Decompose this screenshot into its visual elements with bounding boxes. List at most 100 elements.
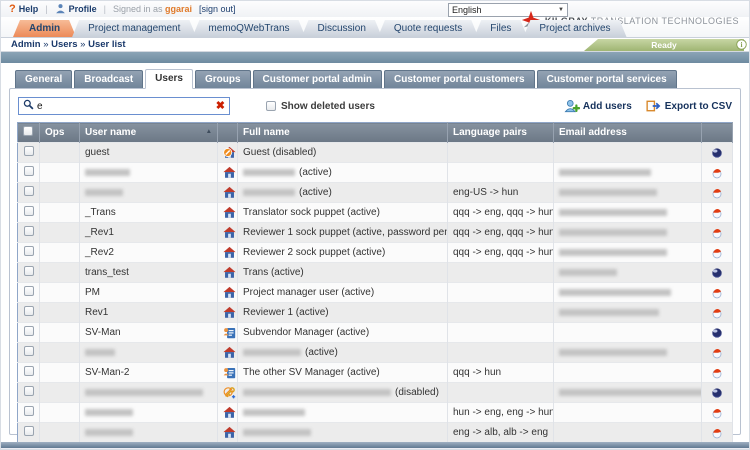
subtab-general[interactable]: General — [15, 70, 72, 88]
subtab-customer-portal-customers[interactable]: Customer portal customers — [384, 70, 535, 88]
nav-tab-admin[interactable]: Admin — [13, 20, 76, 37]
row-checkbox[interactable] — [24, 186, 34, 196]
info-icon[interactable]: i — [736, 39, 747, 50]
full-name-cell — [238, 403, 448, 423]
row-checkbox[interactable] — [24, 146, 34, 156]
subtab-customer-portal-admin[interactable]: Customer portal admin — [253, 70, 382, 88]
row-checkbox[interactable] — [24, 266, 34, 276]
redacted-username — [85, 189, 123, 196]
show-deleted-option: Show deleted users — [266, 101, 375, 112]
user-row[interactable]: (active)eng-US -> hun — [18, 183, 733, 203]
user-row[interactable]: PMProject manager user (active) — [18, 283, 733, 303]
nav-tab-project-archives[interactable]: Project archives — [523, 20, 626, 37]
user-row[interactable]: SV-ManSubvendor Manager (active) — [18, 323, 733, 343]
email-cell — [554, 243, 702, 263]
user-row[interactable]: _Rev1Reviewer 1 sock puppet (active, pas… — [18, 223, 733, 243]
row-checkbox[interactable] — [24, 406, 34, 416]
separator: | — [104, 4, 106, 14]
column-header-full-name[interactable]: Full name — [238, 123, 448, 143]
memoq-license-icon — [711, 227, 723, 239]
user-row[interactable]: Rev1Reviewer 1 (active) — [18, 303, 733, 323]
row-checkbox[interactable] — [24, 286, 34, 296]
user-row[interactable]: eng -> alb, alb -> eng — [18, 423, 733, 443]
row-checkbox[interactable] — [24, 366, 34, 376]
show-deleted-checkbox[interactable] — [266, 101, 276, 111]
user-row[interactable]: (active) — [18, 343, 733, 363]
column-header-language-pairs[interactable]: Language pairs — [448, 123, 554, 143]
redacted-email — [559, 349, 667, 356]
username-cell — [80, 383, 218, 403]
ops-cell — [40, 363, 80, 383]
row-checkbox[interactable] — [24, 326, 34, 336]
user-row[interactable]: _TransTranslator sock puppet (active)qqq… — [18, 203, 733, 223]
status-suffix: (active) — [305, 347, 338, 358]
redacted-email — [559, 189, 657, 196]
subtab-broadcast[interactable]: Broadcast — [74, 70, 143, 88]
search-input[interactable] — [37, 101, 213, 112]
row-checkbox[interactable] — [24, 246, 34, 256]
row-checkbox[interactable] — [24, 386, 34, 396]
user-row[interactable]: SV-Man-2The other SV Manager (active)qqq… — [18, 363, 733, 383]
status-label: Ready — [651, 40, 677, 50]
language-pairs-cell — [448, 323, 554, 343]
row-checkbox[interactable] — [24, 206, 34, 216]
nav-tab-memoqwebtrans[interactable]: memoQWebTrans — [192, 20, 305, 37]
language-pairs-cell: hun -> eng, eng -> hun — [448, 403, 554, 423]
memoq-license-icon — [711, 187, 723, 199]
breadcrumb-item-users[interactable]: Users — [51, 39, 77, 50]
full-name-cell: (active) — [238, 183, 448, 203]
clear-search-icon[interactable]: ✖ — [216, 101, 225, 112]
breadcrumb-bar: Admin » Users » User list Ready i — [1, 37, 749, 52]
ops-cell — [40, 403, 80, 423]
memoq-license-icon — [711, 427, 723, 439]
email-cell — [554, 343, 702, 363]
sign-out-link[interactable]: [sign out] — [199, 4, 236, 14]
language-pairs-cell — [448, 163, 554, 183]
breadcrumb-item-admin[interactable]: Admin — [11, 39, 41, 50]
toolbar-buttons: Add users Export to CSV — [564, 99, 732, 113]
row-checkbox[interactable] — [24, 226, 34, 236]
row-checkbox[interactable] — [24, 346, 34, 356]
profile-link[interactable]: Profile — [55, 3, 97, 16]
column-header-user-name[interactable]: User name▲ — [80, 123, 218, 143]
nav-tab-quote-requests[interactable]: Quote requests — [378, 20, 478, 37]
subtab-users[interactable]: Users — [145, 69, 193, 89]
row-checkbox[interactable] — [24, 166, 34, 176]
nav-tab-discussion[interactable]: Discussion — [302, 20, 382, 37]
subtab-groups[interactable]: Groups — [195, 70, 251, 88]
user-row[interactable]: guestGuest (disabled) — [18, 143, 733, 163]
user-row[interactable]: _Rev2Reviewer 2 sock puppet (active)qqq … — [18, 243, 733, 263]
license-cell — [702, 323, 733, 343]
subtab-customer-portal-services[interactable]: Customer portal services — [537, 70, 677, 88]
user-type-cell — [218, 303, 238, 323]
house-icon — [223, 246, 236, 259]
export-csv-icon — [646, 100, 662, 112]
column-header-email-address[interactable]: Email address — [554, 123, 702, 143]
row-checkbox[interactable] — [24, 426, 34, 436]
redacted-email — [559, 289, 671, 296]
help-link[interactable]: ? Help — [9, 3, 38, 15]
nav-tab-project-management[interactable]: Project management — [72, 20, 196, 37]
nav-tab-files[interactable]: Files — [474, 20, 527, 37]
user-row[interactable]: hun -> eng, eng -> hun — [18, 403, 733, 423]
username-cell: trans_test — [80, 263, 218, 283]
select-all-checkbox[interactable] — [23, 126, 33, 136]
user-row[interactable]: (active) — [18, 163, 733, 183]
row-checkbox[interactable] — [24, 306, 34, 316]
email-cell — [554, 383, 702, 403]
user-row[interactable]: (disabled) — [18, 383, 733, 403]
user-type-cell — [218, 263, 238, 283]
column-header-ops[interactable]: Ops — [40, 123, 80, 143]
row-select-cell — [18, 303, 40, 323]
email-cell — [554, 263, 702, 283]
user-row[interactable]: trans_testTrans (active) — [18, 263, 733, 283]
house-icon — [223, 206, 236, 219]
web-license-icon — [711, 267, 723, 279]
signed-in-username: ggarai — [165, 4, 192, 14]
export-csv-button[interactable]: Export to CSV — [646, 100, 732, 112]
add-users-button[interactable]: Add users — [564, 99, 632, 113]
svg-text:i: i — [740, 40, 742, 49]
memoq-license-icon — [711, 407, 723, 419]
status-suffix: (active) — [299, 187, 332, 198]
house-icon — [223, 406, 236, 419]
